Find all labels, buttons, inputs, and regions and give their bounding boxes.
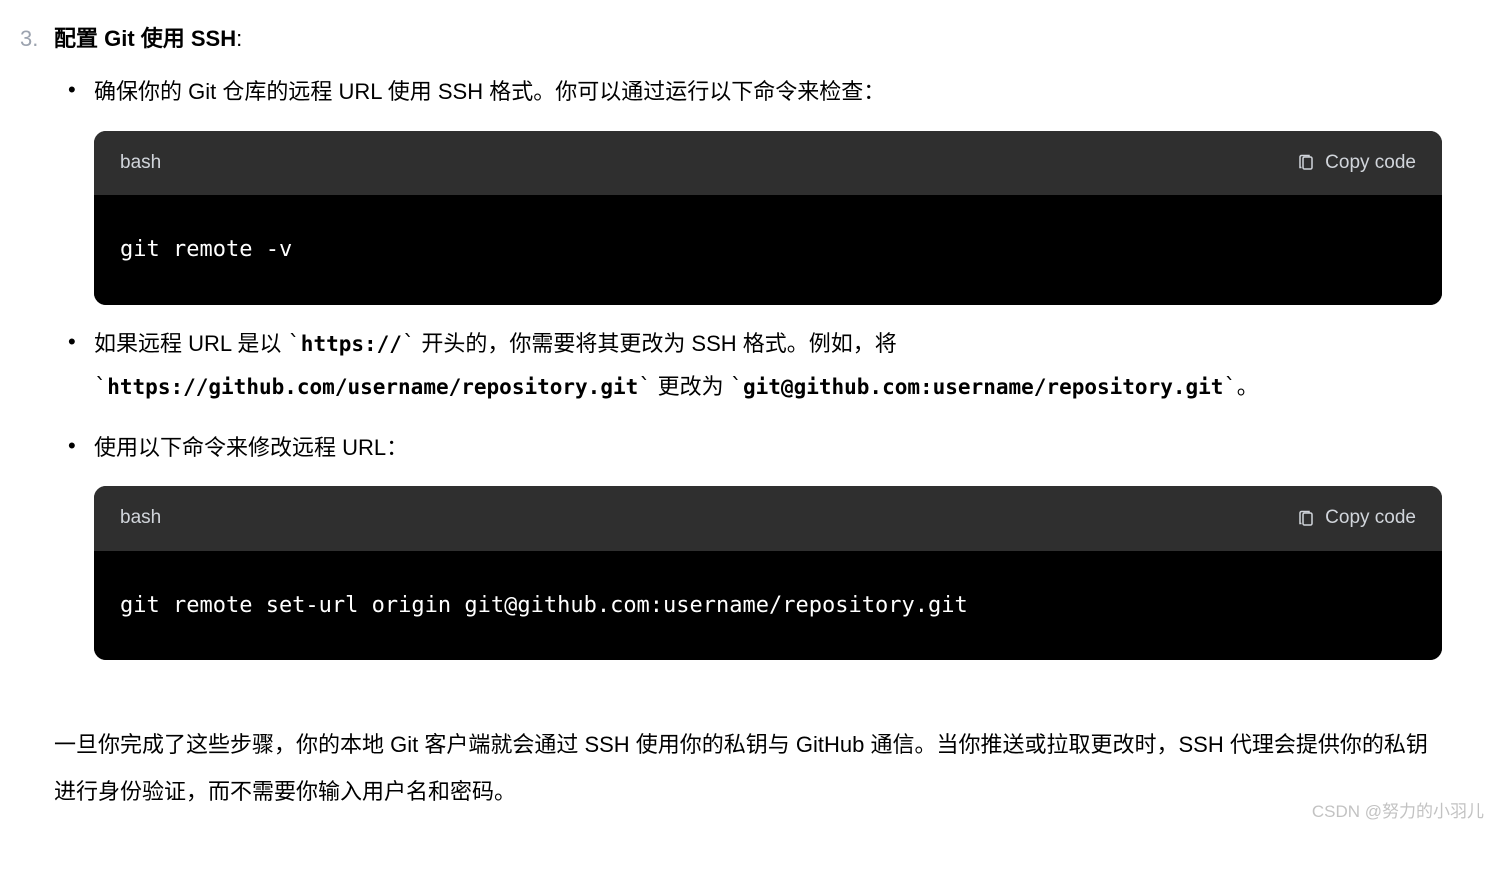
bullet-text: 使用以下命令来修改远程 URL： [94, 435, 408, 460]
heading-text: 配置 Git 使用 SSH [54, 26, 236, 51]
heading-colon: : [236, 26, 242, 51]
code-language-label: bash [120, 500, 161, 536]
section-heading: 配置 Git 使用 SSH: [54, 20, 1442, 57]
bullet-text-segment: 更改为 [652, 374, 730, 399]
inline-code: https://github.com/username/repository.g… [107, 375, 638, 399]
clipboard-icon [1297, 510, 1315, 528]
copy-code-button[interactable]: Copy code [1297, 500, 1416, 536]
list-number: 3. [20, 20, 54, 57]
copy-code-label: Copy code [1325, 500, 1416, 536]
code-content: git remote set-url origin git@github.com… [94, 551, 1442, 661]
code-block: bash Copy code git remote -v [94, 131, 1442, 305]
list-content: 配置 Git 使用 SSH: 确保你的 Git 仓库的远程 URL 使用 SSH… [54, 20, 1442, 678]
clipboard-icon [1297, 154, 1315, 172]
bullet-text: 确保你的 Git 仓库的远程 URL 使用 SSH 格式。你可以通过运行以下命令… [94, 79, 885, 104]
backtick: ` [1223, 375, 1236, 400]
code-header: bash Copy code [94, 131, 1442, 195]
bullet-item: 确保你的 Git 仓库的远程 URL 使用 SSH 格式。你可以通过运行以下命令… [54, 71, 1442, 305]
backtick: ` [402, 332, 415, 357]
inline-code: git@github.com:username/repository.git [743, 375, 1223, 399]
ordered-list-item: 3. 配置 Git 使用 SSH: 确保你的 Git 仓库的远程 URL 使用 … [20, 20, 1442, 678]
bullet-text-segment: 。 [1237, 374, 1259, 399]
backtick: ` [288, 332, 301, 357]
backtick: ` [94, 375, 107, 400]
bullet-list: 确保你的 Git 仓库的远程 URL 使用 SSH 格式。你可以通过运行以下命令… [54, 71, 1442, 660]
bullet-text-segment: 开头的，你需要将其更改为 SSH 格式。例如，将 [415, 331, 897, 356]
code-block: bash Copy code git remote set-url origin… [94, 486, 1442, 660]
code-header: bash Copy code [94, 486, 1442, 550]
code-language-label: bash [120, 145, 161, 181]
backtick: ` [638, 375, 651, 400]
code-content: git remote -v [94, 195, 1442, 305]
backtick: ` [730, 375, 743, 400]
bullet-text-segment: 如果远程 URL 是以 [94, 331, 288, 356]
copy-code-label: Copy code [1325, 145, 1416, 181]
bullet-item: 如果远程 URL 是以 `https://` 开头的，你需要将其更改为 SSH … [54, 323, 1442, 409]
closing-paragraph: 一旦你完成了这些步骤，你的本地 Git 客户端就会通过 SSH 使用你的私钥与 … [54, 722, 1442, 814]
bullet-item: 使用以下命令来修改远程 URL： bash Copy code git remo… [54, 427, 1442, 661]
inline-code: https:// [301, 332, 402, 356]
copy-code-button[interactable]: Copy code [1297, 145, 1416, 181]
